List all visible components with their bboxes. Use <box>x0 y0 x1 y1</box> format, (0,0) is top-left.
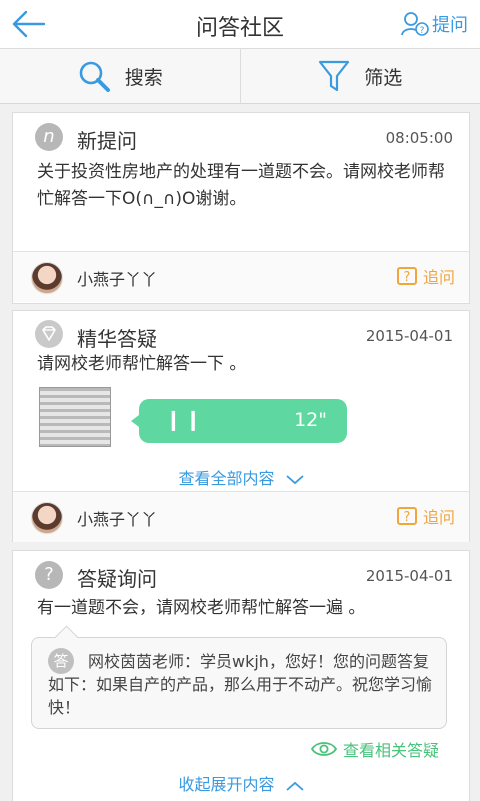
search-icon <box>77 59 111 93</box>
question-image-thumbnail[interactable] <box>39 387 111 447</box>
voice-duration: 12" <box>294 409 327 431</box>
search-label: 搜索 <box>125 63 163 90</box>
user-name[interactable]: 小燕子丫丫 <box>77 506 157 530</box>
related-qa-link[interactable]: 查看相关答疑 <box>311 737 439 761</box>
chevron-down-icon <box>286 475 304 485</box>
ask-question-label: 提问 <box>432 11 468 37</box>
card-header: ? 答疑询问 2015-04-01 <box>13 557 469 593</box>
card-header: 精华答疑 2015-04-01 <box>13 317 469 353</box>
diamond-icon <box>35 320 63 348</box>
ask-question-button[interactable]: ? 提问 <box>400 9 468 39</box>
user-name[interactable]: 小燕子丫丫 <box>77 266 157 290</box>
search-button[interactable]: 搜索 <box>0 49 240 103</box>
card-time: 2015-04-01 <box>366 567 453 585</box>
question-card[interactable]: n 新提问 08:05:00 关于投资性房地产的处理有一道题不会。请网校老师帮忙… <box>12 112 470 304</box>
view-all-link[interactable]: 查看全部内容 <box>13 465 469 489</box>
collapse-link[interactable]: 收起展开内容 <box>13 771 469 795</box>
related-qa-label: 查看相关答疑 <box>343 737 439 761</box>
voice-message[interactable]: ❙❙ 12" <box>139 399 347 443</box>
card-title: 新提问 <box>77 125 137 154</box>
chevron-up-icon <box>286 781 304 791</box>
teacher-reply: 答 网校茵茵老师：学员wkjh，您好！您的问题答复如下：如果自产的产品，那么用于… <box>31 637 447 729</box>
view-all-label: 查看全部内容 <box>178 469 274 488</box>
question-bubble-icon: ? <box>397 267 417 285</box>
card-header: n 新提问 08:05:00 <box>13 119 469 155</box>
diamond-badge-icon <box>35 320 63 348</box>
follow-up-label: 追问 <box>423 264 455 288</box>
question-bubble-icon: ? <box>397 507 417 525</box>
avatar[interactable] <box>31 502 63 534</box>
card-title: 答疑询问 <box>77 563 157 592</box>
funnel-icon <box>318 59 350 93</box>
card-footer: 小燕子丫丫 ? 追问 <box>13 491 469 542</box>
card-time: 2015-04-01 <box>366 327 453 345</box>
question-text: 有一道题不会，请网校老师帮忙解答一遍 。 <box>37 595 449 622</box>
eye-icon <box>311 741 337 757</box>
reply-text: 网校茵茵老师：学员wkjh，您好！您的问题答复如下：如果自产的产品，那么用于不动… <box>48 650 434 719</box>
filter-label: 筛选 <box>364 63 402 90</box>
filter-button[interactable]: 筛选 <box>241 49 480 103</box>
question-text: 请网校老师帮忙解答一下 。 <box>37 351 449 378</box>
follow-up-button[interactable]: ? 追问 <box>397 504 455 528</box>
card-title: 精华答疑 <box>77 323 157 352</box>
inquiry-card[interactable]: ? 答疑询问 2015-04-01 有一道题不会，请网校老师帮忙解答一遍 。 答… <box>12 550 470 801</box>
user-question-icon: ? <box>400 11 430 37</box>
pause-icon: ❙❙ <box>165 407 205 431</box>
question-text: 关于投资性房地产的处理有一道题不会。请网校老师帮忙解答一下O(∩_∩)O谢谢。 <box>37 159 449 213</box>
follow-up-button[interactable]: ? 追问 <box>397 264 455 288</box>
card-footer: 小燕子丫丫 ? 追问 <box>13 251 469 302</box>
top-bar: 问答社区 ? 提问 <box>0 0 480 49</box>
collapse-label: 收起展开内容 <box>178 775 274 794</box>
featured-card[interactable]: 精华答疑 2015-04-01 请网校老师帮忙解答一下 。 ❙❙ 12" 查看全… <box>12 310 470 542</box>
card-time: 08:05:00 <box>386 129 453 147</box>
toolbar: 搜索 筛选 <box>0 49 480 104</box>
avatar[interactable] <box>31 262 63 294</box>
svg-text:?: ? <box>420 26 425 36</box>
new-question-badge-icon: n <box>35 123 63 151</box>
question-badge-icon: ? <box>35 561 63 589</box>
follow-up-label: 追问 <box>423 504 455 528</box>
